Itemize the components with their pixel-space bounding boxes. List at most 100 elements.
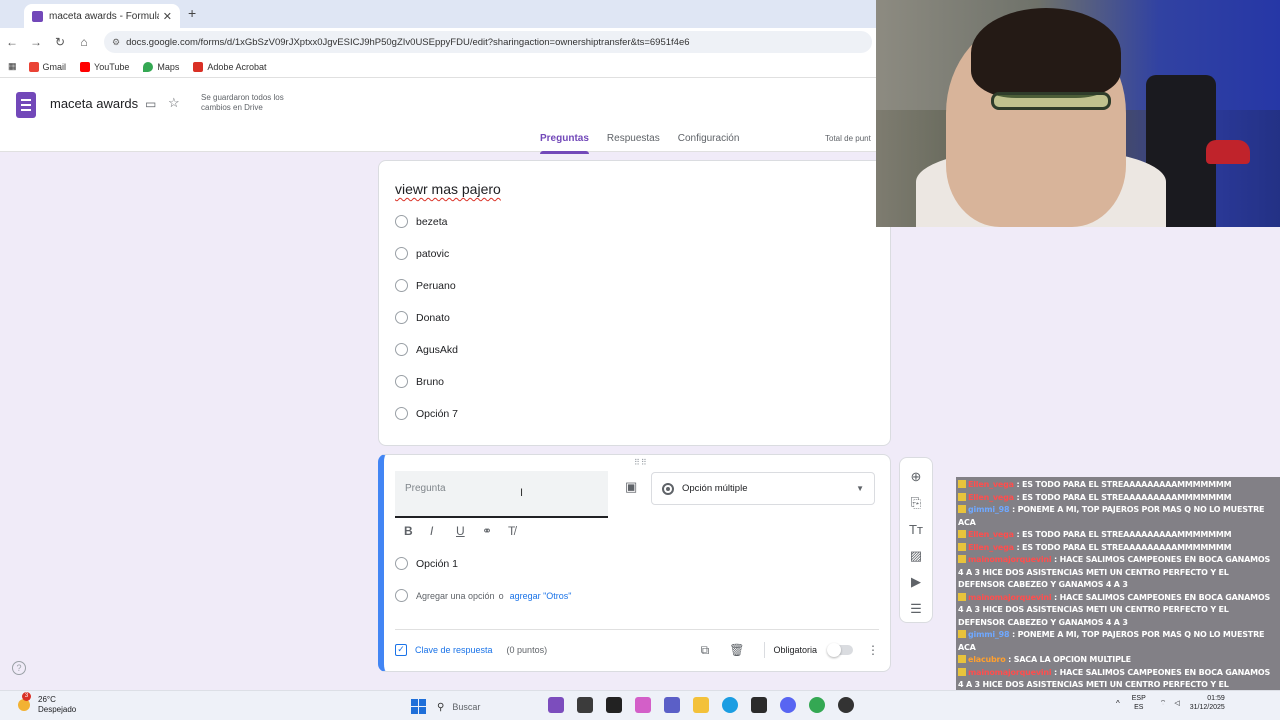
edge-icon[interactable] (722, 697, 738, 713)
windows-taskbar: 3 26°C Despejado ⚲ Buscar ^ ESP ES ⌔ ◁ 0… (0, 690, 1280, 720)
delete-icon[interactable]: 🗑 (729, 643, 744, 657)
apps-icon[interactable]: ▦ (8, 61, 17, 72)
weather-sun-icon: 3 (18, 692, 31, 711)
option-item[interactable]: Opción 7 (395, 407, 458, 420)
radio-icon (395, 343, 408, 356)
radio-type-icon (662, 482, 674, 495)
home-icon[interactable]: ⌂ (72, 35, 96, 49)
address-bar[interactable]: ⚙ docs.google.com/forms/d/1xGbSzV09rJXpt… (104, 31, 872, 53)
add-video-icon[interactable]: ▶ (911, 569, 921, 595)
text-cursor-icon: I (520, 487, 524, 499)
option-item[interactable]: AgusAkd (395, 343, 458, 356)
system-tray: ^ ESP ES ⌔ ◁ 01:59 31/12/2025 (1116, 694, 1225, 712)
network-icon[interactable]: ⌔ (1160, 699, 1167, 708)
chat-message: gimmi_98 : PONEME A MI, TOP PAJEROS POR … (958, 505, 1265, 527)
help-icon[interactable]: ? (12, 661, 26, 675)
chat-message: mainomajorquevini : HACE SALIMOS CAMPEON… (958, 555, 1271, 589)
clear-format-icon[interactable]: T̸ (508, 524, 534, 538)
bookmark-youtube[interactable]: YouTube (80, 61, 129, 72)
volume-icon[interactable]: ◁ (1174, 699, 1179, 707)
webcam-toy-car (1206, 140, 1250, 164)
widgets-icon[interactable] (548, 697, 564, 713)
folder-icon[interactable]: ▭ (145, 97, 156, 111)
radio-icon (395, 375, 408, 388)
copilot-icon[interactable] (635, 697, 651, 713)
teams-icon[interactable] (664, 697, 680, 713)
tab-configuracion[interactable]: Configuración (678, 133, 740, 148)
bookmark-adobe[interactable]: Adobe Acrobat (193, 61, 266, 72)
reload-icon[interactable]: ↻ (48, 35, 72, 49)
store-icon[interactable] (751, 697, 767, 713)
adobe-acrobat-icon (193, 61, 204, 72)
import-questions-icon[interactable]: ⎘ (911, 490, 921, 516)
taskbar-search[interactable]: ⚲ Buscar (437, 697, 541, 717)
back-icon[interactable]: ← (0, 35, 24, 49)
new-tab-button[interactable]: + (188, 5, 196, 21)
maps-icon (143, 61, 154, 72)
underline-icon[interactable]: U (456, 524, 482, 538)
clock[interactable]: 01:59 31/12/2025 (1190, 694, 1225, 712)
tab-respuestas[interactable]: Respuestas (607, 133, 660, 148)
question-footer: ✓ Clave de respuesta (0 puntos) ⧉ 🗑 Obli… (395, 641, 879, 659)
chat-message: Ellen_vega : ES TODO PARA EL STREAAAAAAA… (958, 542, 1278, 555)
option-item[interactable]: Bruno (395, 375, 444, 388)
google-forms-icon[interactable] (16, 92, 36, 118)
option-item[interactable]: bezeta (395, 215, 448, 228)
points-label: (0 puntos) (506, 645, 548, 655)
answer-key-icon[interactable]: ✓ (395, 644, 407, 656)
radio-icon (395, 215, 408, 228)
add-question-icon[interactable]: ⊕ (911, 464, 922, 490)
add-section-icon[interactable]: ☰ (910, 596, 922, 622)
discord-icon[interactable] (780, 697, 796, 713)
chat-message: Ellen_vega : ES TODO PARA EL STREAAAAAAA… (958, 529, 1278, 542)
browser-tab[interactable]: maceta awards - Formularios d ✕ (24, 4, 180, 28)
more-options-icon[interactable]: ⋮ (867, 643, 879, 657)
language-indicator[interactable]: ESP ES (1132, 694, 1146, 712)
weather-widget[interactable]: 3 26°C Despejado (18, 692, 76, 715)
drag-handle-icon[interactable]: ⠿⠿ (634, 458, 648, 467)
show-hidden-icons[interactable]: ^ (1116, 699, 1120, 708)
add-image-icon[interactable]: ▣ (625, 479, 637, 495)
add-other-link[interactable]: agregar "Otros" (510, 591, 572, 601)
question-card[interactable]: viewr mas pajero bezeta patovic Peruano … (378, 160, 891, 446)
option-item[interactable]: Opción 1 (395, 557, 458, 570)
chat-message: Ellen_vega : ES TODO PARA EL STREAAAAAAA… (958, 492, 1278, 505)
chevron-down-icon: ▼ (856, 484, 864, 493)
task-view-icon[interactable] (577, 697, 593, 713)
bold-icon[interactable]: B (404, 524, 430, 538)
bookmark-maps[interactable]: Maps (143, 61, 179, 72)
youtube-icon (80, 61, 91, 72)
link-icon[interactable]: ⚭ (482, 524, 508, 538)
add-image-icon[interactable]: ▨ (910, 543, 922, 569)
italic-icon[interactable]: I (430, 524, 456, 538)
chat-badge-icon (958, 505, 966, 513)
add-title-icon[interactable]: Tт (909, 517, 923, 543)
question-input[interactable]: Pregunta (395, 471, 608, 518)
form-title[interactable]: maceta awards (50, 96, 138, 111)
temperature: 26°C (38, 695, 56, 704)
capcut-icon[interactable] (606, 697, 622, 713)
question-title[interactable]: viewr mas pajero (395, 181, 501, 197)
option-item[interactable]: Peruano (395, 279, 456, 292)
add-option-row: Agregar una opción o agregar "Otros" (395, 589, 572, 602)
site-info-icon[interactable]: ⚙ (112, 37, 120, 48)
duplicate-icon[interactable]: ⧉ (701, 643, 710, 658)
tab-preguntas[interactable]: Preguntas (540, 133, 589, 154)
start-button[interactable] (411, 699, 426, 714)
forward-icon[interactable]: → (24, 35, 48, 49)
file-explorer-icon[interactable] (693, 697, 709, 713)
question-type-select[interactable]: Opción múltiple ▼ (651, 472, 875, 505)
bookmark-gmail[interactable]: Gmail (28, 61, 66, 72)
star-icon[interactable]: ☆ (168, 95, 180, 111)
required-toggle[interactable] (827, 643, 853, 657)
answer-key-button[interactable]: Clave de respuesta (415, 645, 493, 655)
formatting-toolbar: B I U ⚭ T̸ (404, 524, 534, 538)
option-item[interactable]: patovic (395, 247, 449, 260)
webcam-person-glasses (991, 92, 1111, 110)
close-tab-icon[interactable]: ✕ (163, 10, 172, 23)
option-item[interactable]: Donato (395, 311, 450, 324)
obs-icon[interactable] (838, 697, 854, 713)
add-option-link[interactable]: Agregar una opción (416, 591, 495, 601)
chrome-icon[interactable] (809, 697, 825, 713)
active-question-card[interactable]: ⠿⠿ Pregunta I ▣ Opción múltiple ▼ B I U … (378, 454, 891, 672)
